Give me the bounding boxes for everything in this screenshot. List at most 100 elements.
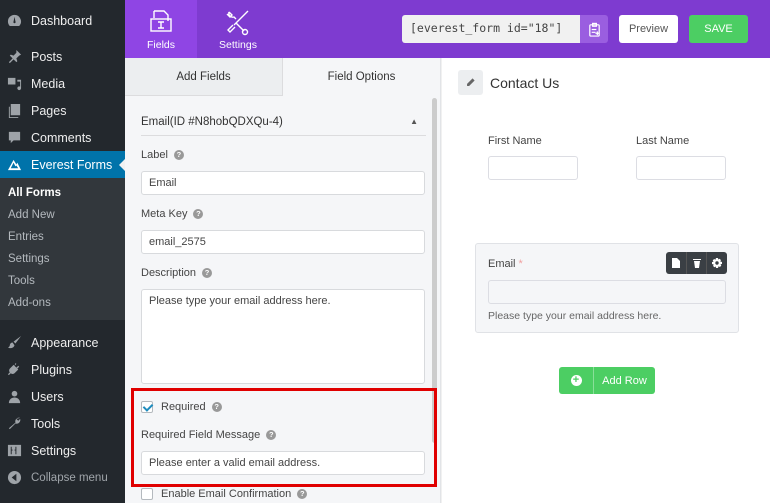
required-option: Required ?: [141, 401, 222, 413]
field-options-panel: Add Fields Field Options Email(ID #N8hob…: [125, 58, 441, 503]
label-title-text: Label: [141, 149, 168, 161]
sidebar-item-label: Pages: [31, 103, 67, 118]
plus-glyph: +: [570, 375, 582, 386]
sidebar-item-posts[interactable]: Posts: [0, 43, 125, 70]
required-message-input[interactable]: Please enter a valid email address.: [141, 451, 425, 475]
email-confirmation-checkbox[interactable]: [141, 488, 153, 500]
sidebar-item-label: Tools: [31, 416, 61, 431]
sidebar-item-label: Dashboard: [31, 13, 93, 28]
tab-fields-label: Fields: [146, 38, 175, 51]
help-icon[interactable]: ?: [211, 402, 222, 412]
submenu-all-forms[interactable]: All Forms: [0, 182, 125, 204]
first-name-input[interactable]: [488, 156, 578, 180]
tab-settings-label: Settings: [219, 38, 257, 51]
collapse-menu-label: Collapse menu: [31, 471, 108, 484]
sidebar-item-label: Plugins: [31, 362, 72, 377]
sidebar-item-label: Users: [31, 389, 64, 404]
add-row-label: Add Row: [602, 374, 647, 387]
sidebar-item-label: Posts: [31, 49, 63, 64]
pin-icon: [6, 49, 22, 65]
trash-icon: [692, 259, 701, 268]
email-field-description: Please type your email address here.: [488, 310, 662, 322]
first-name-label: First Name: [488, 135, 542, 147]
sidebar-item-media[interactable]: Media: [0, 70, 125, 97]
form-title: Contact Us: [490, 74, 560, 91]
delete-field-button[interactable]: [687, 252, 708, 274]
sidebar-item-plugins[interactable]: Plugins: [0, 356, 125, 383]
collapse-menu-button[interactable]: Collapse menu: [0, 464, 125, 491]
sidebar-item-label: Appearance: [31, 335, 99, 350]
tools-icon: [226, 10, 249, 35]
submenu-settings[interactable]: Settings: [0, 248, 125, 270]
fields-icon: [150, 9, 172, 32]
submenu-entries[interactable]: Entries: [0, 226, 125, 248]
shortcode-field[interactable]: [everest_form id="18"]: [402, 15, 580, 43]
collapse-caret-icon[interactable]: ▲: [410, 117, 418, 126]
plus-circle-icon: +: [559, 367, 594, 394]
media-icon: [6, 76, 22, 92]
sidebar-item-appearance[interactable]: Appearance: [0, 329, 125, 356]
email-confirmation-label: Enable Email Confirmation: [161, 488, 292, 500]
tab-add-fields[interactable]: Add Fields: [125, 58, 283, 96]
required-checkbox[interactable]: [141, 401, 153, 413]
help-icon[interactable]: ?: [202, 268, 213, 278]
sidebar-item-settings[interactable]: Settings: [0, 437, 125, 464]
tab-field-options[interactable]: Field Options: [283, 58, 440, 96]
meta-key-title: Meta Key ?: [141, 208, 204, 220]
required-message-title: Required Field Message ?: [141, 429, 277, 441]
sidebar-item-tools[interactable]: Tools: [0, 410, 125, 437]
sidebar-item-dashboard[interactable]: Dashboard: [0, 7, 125, 34]
comment-icon: [6, 130, 22, 146]
sidebar-item-users[interactable]: Users: [0, 383, 125, 410]
settings-sliders-icon: [6, 443, 22, 459]
help-icon[interactable]: ?: [297, 489, 308, 499]
form-title-area: Contact Us: [458, 70, 559, 95]
panel-scrollbar[interactable]: [432, 98, 437, 443]
preview-button[interactable]: Preview: [619, 15, 678, 43]
add-row-button[interactable]: + Add Row: [559, 367, 655, 394]
last-name-label: Last Name: [636, 135, 690, 147]
label-field-title: Label ?: [141, 149, 184, 161]
pages-icon: [6, 103, 22, 119]
sidebar-item-comments[interactable]: Comments: [0, 124, 125, 151]
sidebar-item-label: Media: [31, 76, 66, 91]
required-marker: *: [518, 258, 523, 270]
plugin-icon: [6, 362, 22, 378]
description-title: Description ?: [141, 267, 213, 279]
copy-shortcode-button[interactable]: [580, 15, 608, 43]
field-section-header[interactable]: Email(ID #N8hobQDXQu-4) ▲: [141, 108, 426, 136]
email-field-block[interactable]: Email * Please type your email address he…: [475, 243, 739, 333]
sidebar-item-everest-forms[interactable]: Everest Forms: [0, 151, 125, 178]
panel-tabs: Add Fields Field Options: [125, 58, 440, 96]
email-label-text: Email: [488, 258, 516, 270]
field-settings-button[interactable]: [707, 252, 727, 274]
field-actions-toolbar: [666, 252, 727, 274]
required-message-title-text: Required Field Message: [141, 429, 261, 441]
last-name-input[interactable]: [636, 156, 726, 180]
tab-fields[interactable]: Fields: [125, 0, 197, 58]
sidebar-item-pages[interactable]: Pages: [0, 97, 125, 124]
help-icon[interactable]: ?: [173, 150, 184, 160]
sidebar-item-label: Comments: [31, 130, 92, 145]
help-icon[interactable]: ?: [266, 430, 277, 440]
gear-icon: [712, 258, 723, 268]
submenu-add-ons[interactable]: Add-ons: [0, 292, 125, 314]
admin-sidebar: Dashboard Posts Media Pages Comments Eve…: [0, 0, 125, 503]
field-section-title: Email(ID #N8hobQDXQu-4): [141, 115, 283, 128]
tab-settings[interactable]: Settings: [202, 0, 274, 58]
collapse-icon: [6, 470, 22, 486]
help-icon[interactable]: ?: [193, 209, 204, 219]
save-button[interactable]: SAVE: [689, 15, 748, 43]
submenu-tools[interactable]: Tools: [0, 270, 125, 292]
description-title-text: Description: [141, 267, 197, 279]
meta-key-input[interactable]: email_2575: [141, 230, 425, 254]
email-preview-input[interactable]: [488, 280, 726, 304]
builder-header: Fields Settings [everest_form id="18"] P…: [125, 0, 770, 58]
sidebar-item-label: Everest Forms: [31, 157, 113, 172]
email-confirmation-option: Enable Email Confirmation ?: [141, 488, 308, 500]
label-input[interactable]: Email: [141, 171, 425, 195]
submenu-add-new[interactable]: Add New: [0, 204, 125, 226]
duplicate-field-button[interactable]: [666, 252, 687, 274]
description-textarea[interactable]: Please type your email address here.: [141, 289, 425, 384]
edit-title-button[interactable]: [458, 70, 483, 95]
